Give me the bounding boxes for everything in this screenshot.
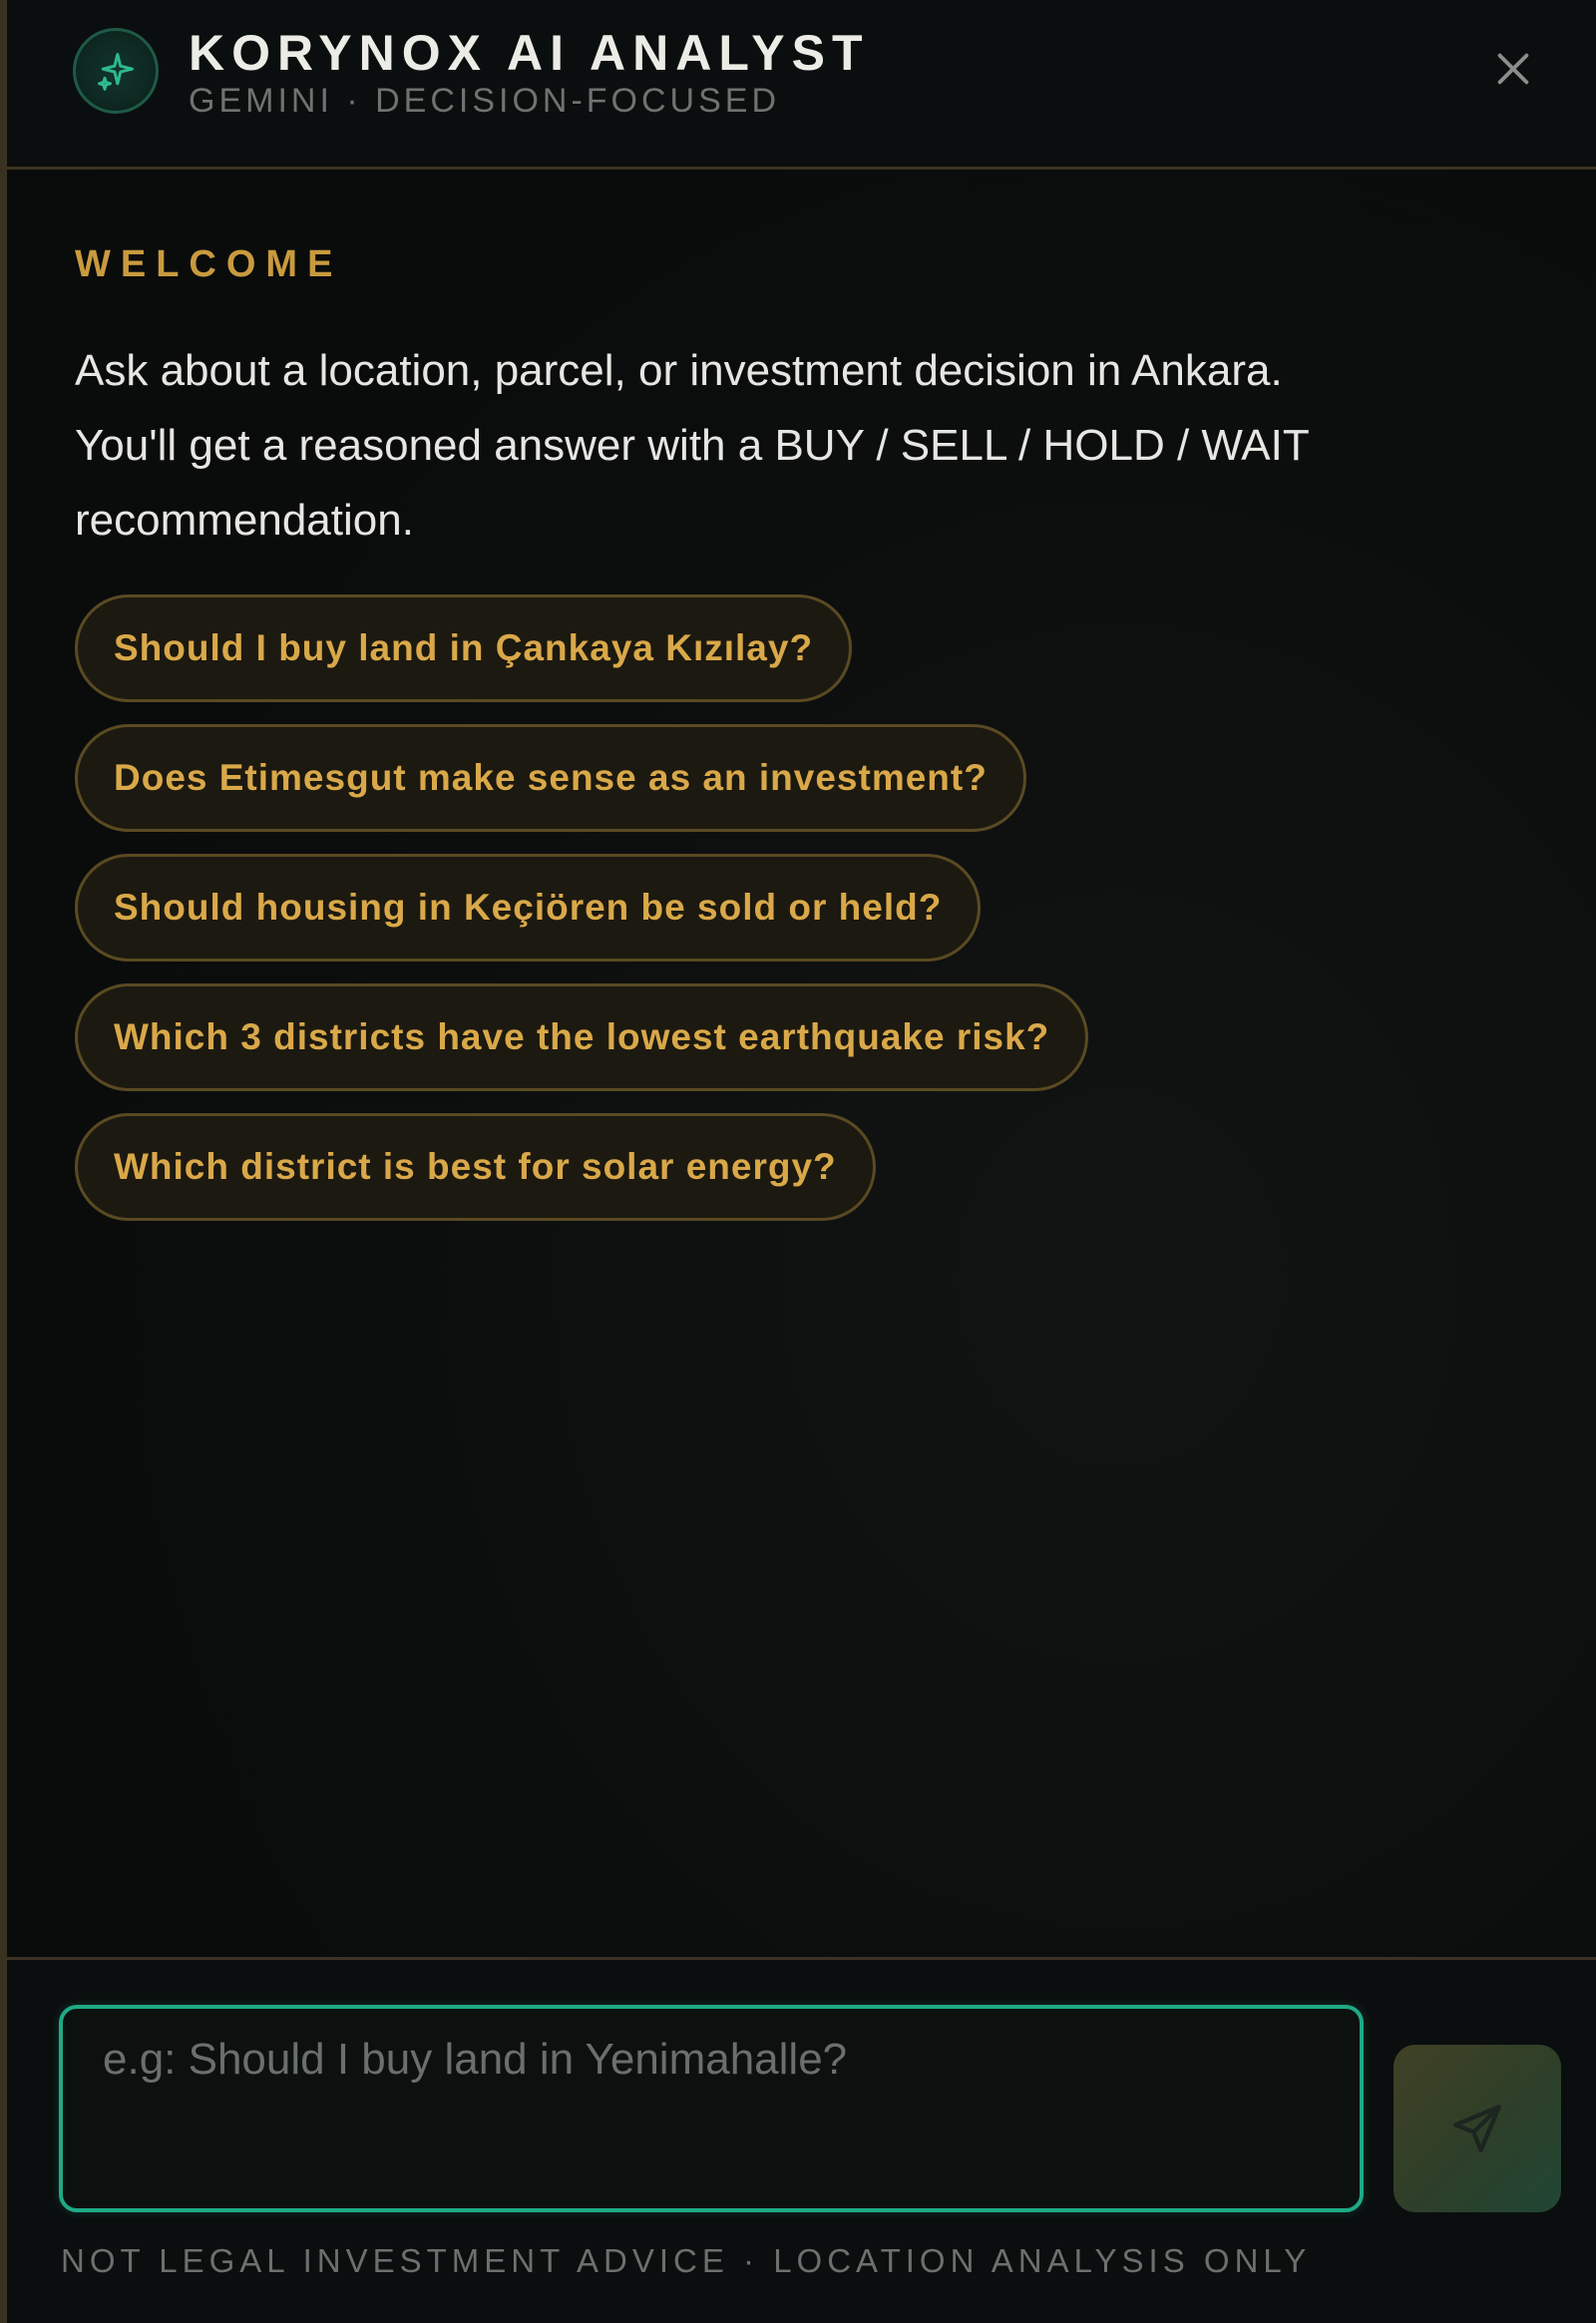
welcome-line: You'll get a reasoned answer with a BUY … <box>75 421 1310 470</box>
suggestion-chip[interactable]: Should housing in Keçiören be sold or he… <box>75 854 982 962</box>
welcome-label: WELCOME <box>75 243 343 285</box>
close-icon[interactable] <box>1490 46 1536 92</box>
panel-header: KORYNOX AI ANALYST GEMINI · DECISION-FOC… <box>7 0 1596 170</box>
welcome-line: Ask about a location, parcel, or investm… <box>75 346 1283 395</box>
suggestion-chip[interactable]: Does Etimesgut make sense as an investme… <box>75 724 1026 832</box>
suggestion-chip[interactable]: Which district is best for solar energy? <box>75 1113 876 1221</box>
send-icon <box>1453 2105 1501 2152</box>
suggestion-chip[interactable]: Which 3 districts have the lowest earthq… <box>75 983 1089 1091</box>
suggestion-chip[interactable]: Should I buy land in Çankaya Kızılay? <box>75 594 853 702</box>
send-button[interactable] <box>1394 2045 1561 2212</box>
welcome-message: Ask about a location, parcel, or investm… <box>75 333 1471 558</box>
chat-panel: KORYNOX AI ANALYST GEMINI · DECISION-FOC… <box>0 0 1596 2323</box>
suggestion-list: Should I buy land in Çankaya Kızılay? Do… <box>75 594 1089 1243</box>
panel-subtitle: GEMINI · DECISION-FOCUSED <box>189 82 781 120</box>
welcome-line: recommendation. <box>75 496 414 545</box>
sparkle-icon <box>73 28 159 114</box>
message-input[interactable] <box>59 2005 1364 2212</box>
disclaimer-text: NOT LEGAL INVESTMENT ADVICE · LOCATION A… <box>61 2242 1312 2279</box>
panel-title: KORYNOX AI ANALYST <box>189 25 870 81</box>
